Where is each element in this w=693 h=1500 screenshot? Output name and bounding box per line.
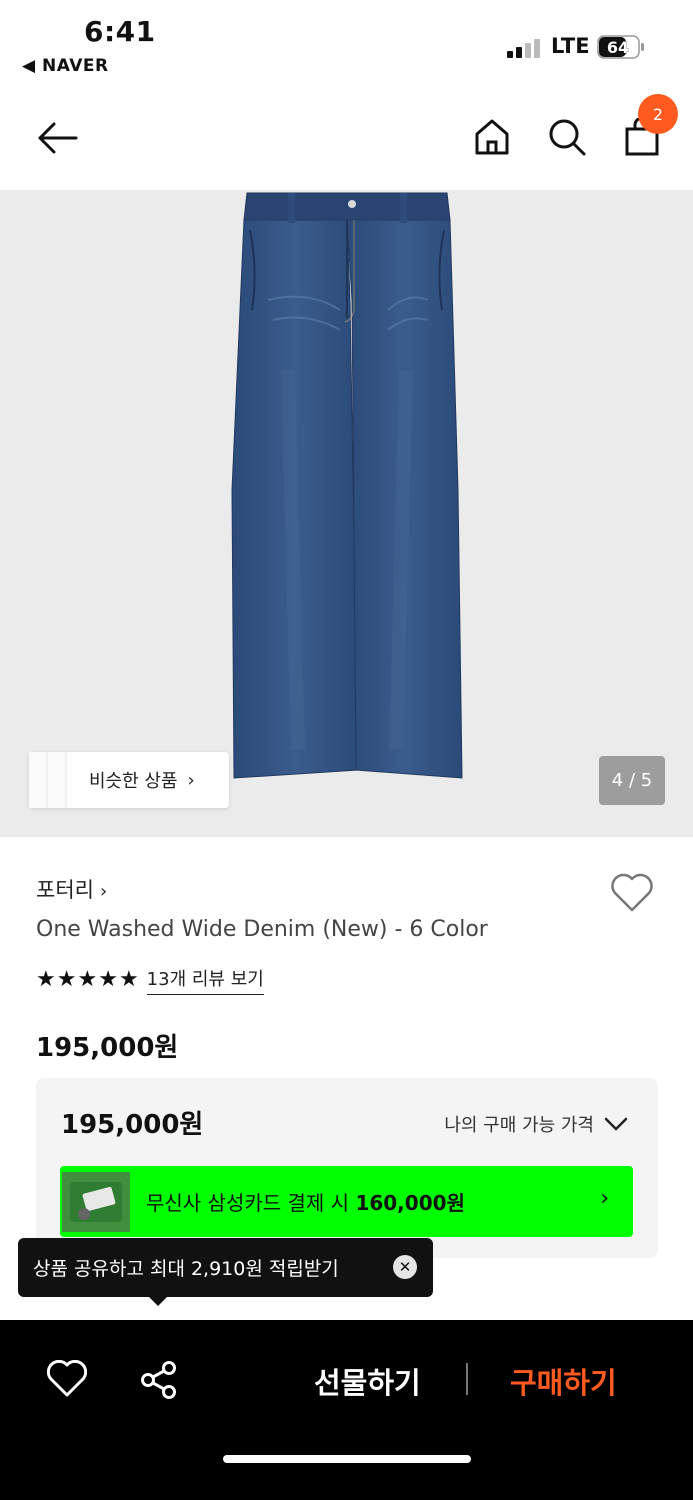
- home-indicator: [223, 1455, 471, 1463]
- similar-products-thumbnails: [29, 752, 67, 808]
- close-icon[interactable]: ✕: [393, 1255, 417, 1279]
- signal-icon: [507, 39, 540, 58]
- product-title: One Washed Wide Denim (New) - 6 Color: [36, 917, 488, 942]
- rating-row: ★ ★ ★ ★ ★ 13개 리뷰 보기: [36, 965, 264, 995]
- back-to-app-link[interactable]: ◀ NAVER: [22, 56, 109, 76]
- product-image: [231, 192, 463, 779]
- musinsa-card-image: [62, 1171, 130, 1232]
- buy-button[interactable]: 구매하기: [510, 1360, 617, 1402]
- status-bar: 6:41 ◀ NAVER LTE 64: [0, 0, 693, 90]
- available-price-toggle[interactable]: 나의 구매 가능 가격: [444, 1111, 628, 1137]
- similar-products-button[interactable]: 비슷한 상품 ›: [29, 752, 229, 808]
- share-reward-tooltip: 상품 공유하고 최대 2,910원 적립받기 ✕: [18, 1238, 433, 1297]
- battery-level: 64: [607, 38, 629, 57]
- brand-link[interactable]: 포터리 ›: [36, 874, 107, 904]
- star-icon: ★: [98, 967, 118, 992]
- tooltip-tail: [148, 1296, 168, 1306]
- chevron-right-icon: ›: [99, 881, 108, 902]
- network-type: LTE: [551, 34, 590, 58]
- divider: [466, 1363, 468, 1395]
- product-price: 195,000원: [36, 1033, 179, 1063]
- card-promo-text: 무신사 삼성카드 결제 시 160,000원: [146, 1187, 465, 1216]
- card-promo-price: 160,000원: [355, 1191, 465, 1215]
- star-rating: ★ ★ ★ ★ ★: [36, 969, 139, 991]
- product-image-gallery[interactable]: 비슷한 상품 › 4 / 5: [0, 190, 693, 837]
- my-price: 195,000원: [61, 1110, 204, 1140]
- view-reviews-link[interactable]: 13개 리뷰 보기: [146, 965, 264, 995]
- tooltip-message: 상품 공유하고 최대 2,910원 적립받기: [33, 1258, 339, 1280]
- battery-icon: 64: [597, 35, 644, 59]
- similar-products-label: 비슷한 상품: [89, 771, 178, 792]
- share-icon[interactable]: [139, 1360, 179, 1400]
- status-time: 6:41: [84, 15, 156, 48]
- star-icon: ★: [56, 967, 77, 992]
- wishlist-heart-icon[interactable]: [610, 873, 654, 913]
- gift-button[interactable]: 선물하기: [314, 1360, 421, 1402]
- search-icon[interactable]: [548, 118, 586, 156]
- card-promo-prefix: 무신사 삼성카드 결제 시: [146, 1191, 356, 1215]
- chevron-right-icon: ›: [600, 1186, 609, 1211]
- star-icon: ★: [36, 967, 56, 992]
- star-icon: ★: [118, 967, 139, 992]
- chevron-right-icon: ›: [187, 769, 195, 791]
- card-promo-banner[interactable]: 무신사 삼성카드 결제 시 160,000원 ›: [60, 1166, 633, 1237]
- home-icon[interactable]: [474, 118, 510, 156]
- top-nav: [0, 90, 693, 190]
- heart-icon[interactable]: [47, 1360, 87, 1398]
- star-icon: ★: [77, 967, 98, 992]
- back-arrow-icon[interactable]: [36, 120, 78, 156]
- chevron-down-icon: [604, 1117, 628, 1131]
- available-price-label: 나의 구매 가능 가격: [444, 1115, 594, 1136]
- bottom-action-bar: 선물하기 구매하기: [0, 1320, 693, 1500]
- image-page-counter: 4 / 5: [599, 756, 665, 805]
- cart-count-badge: 2: [638, 94, 678, 134]
- brand-name: 포터리: [36, 878, 94, 902]
- my-price-box: 195,000원 나의 구매 가능 가격 무신사 삼성카드 결제 시 160,0…: [36, 1078, 658, 1258]
